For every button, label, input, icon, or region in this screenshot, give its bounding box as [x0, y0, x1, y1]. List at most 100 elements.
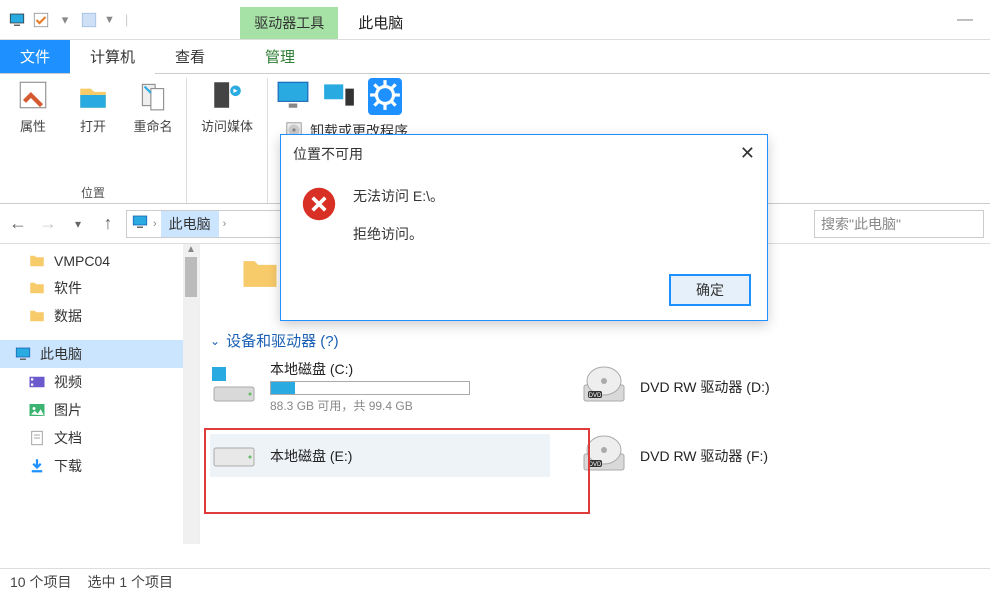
monitor-icon[interactable]: [276, 78, 310, 115]
nav-pane: VMPC04 软件 数据 此电脑 视频 图片 文档 下载: [0, 244, 200, 544]
section-devices-header[interactable]: ⌄ 设备和驱动器 (?): [210, 330, 980, 351]
ok-button[interactable]: 确定: [669, 274, 751, 306]
titlebar-tabs: 驱动器工具 此电脑: [240, 0, 423, 39]
nav-up-button[interactable]: ↑: [96, 213, 120, 234]
tab-manage[interactable]: 管理: [245, 40, 315, 73]
access-media-label: 访问媒体: [201, 116, 253, 135]
rename-button[interactable]: 重命名: [128, 78, 178, 182]
tool-tab-drive[interactable]: 驱动器工具: [240, 7, 338, 39]
nav-forward-button[interactable]: →: [36, 213, 60, 234]
tree-documents[interactable]: 文档: [0, 424, 199, 452]
drive-c-sublabel: 88.3 GB 可用，共 99.4 GB: [270, 397, 470, 414]
dialog-title-text: 位置不可用: [293, 144, 363, 164]
chevron-right-icon[interactable]: ›: [223, 218, 227, 230]
tree-this-pc[interactable]: 此电脑: [0, 340, 199, 368]
chevron-right-icon[interactable]: ›: [153, 218, 157, 230]
drive-icon: [210, 365, 258, 408]
minimize-button[interactable]: —: [950, 11, 980, 29]
pc-icon: [14, 345, 32, 363]
window-controls: —: [940, 0, 990, 39]
error-icon: [301, 186, 337, 222]
folder-large-icon[interactable]: [238, 252, 282, 296]
tree-this-pc-label: 此电脑: [40, 344, 82, 364]
tree-documents-label: 文档: [54, 428, 82, 448]
rename-label: 重命名: [133, 116, 172, 135]
search-input[interactable]: 搜索"此电脑": [814, 210, 984, 238]
pc-mini-icon: [8, 11, 26, 29]
close-icon: ✕: [740, 143, 755, 163]
ribbon-group-label-location: 位置: [8, 182, 178, 203]
tree-pictures[interactable]: 图片: [0, 396, 199, 424]
drive-d[interactable]: DVD DVD RW 驱动器 (D:): [580, 359, 920, 414]
properties-icon: [16, 78, 50, 112]
titlebar: ▾ ▼ | 驱动器工具 此电脑 —: [0, 0, 990, 40]
tree-folder-data[interactable]: 数据: [0, 302, 199, 330]
error-dialog: 位置不可用 ✕ 无法访问 E:\。 拒绝访问。 确定: [280, 134, 768, 321]
ribbon-group-network: 访问媒体: [187, 78, 268, 203]
drive-f[interactable]: DVD DVD RW 驱动器 (F:): [580, 434, 920, 477]
gear-icon[interactable]: [368, 78, 402, 115]
tree-folder-software[interactable]: 软件: [0, 274, 199, 302]
tree-videos[interactable]: 视频: [0, 368, 199, 396]
dialog-message-2: 拒绝访问。: [353, 224, 444, 244]
pc-icon: [131, 213, 149, 234]
svg-text:DVD: DVD: [589, 393, 602, 399]
access-media-button[interactable]: 访问媒体: [195, 78, 259, 185]
properties-label: 属性: [20, 116, 46, 135]
drive-f-label: DVD RW 驱动器 (F:): [640, 446, 768, 466]
download-icon: [28, 457, 46, 475]
dropdown-icon[interactable]: ▾: [56, 11, 74, 29]
separator-icon: |: [125, 12, 128, 27]
open-button[interactable]: 打开: [68, 78, 118, 182]
tab-file[interactable]: 文件: [0, 40, 70, 73]
tree-folder-vmpc04[interactable]: VMPC04: [0, 248, 199, 274]
breadcrumb-this-pc[interactable]: 此电脑: [161, 211, 219, 237]
statusbar: 10 个项目 选中 1 个项目: [0, 568, 990, 594]
tree-downloads-label: 下载: [54, 456, 82, 476]
drive-c-label: 本地磁盘 (C:): [270, 359, 470, 379]
drive-c[interactable]: 本地磁盘 (C:) 88.3 GB 可用，共 99.4 GB: [210, 359, 550, 414]
search-placeholder: 搜索"此电脑": [821, 214, 901, 234]
status-item-count: 10 个项目: [10, 572, 71, 592]
tab-computer[interactable]: 计算机: [70, 40, 155, 73]
properties-button[interactable]: 属性: [8, 78, 58, 182]
blank-square-icon[interactable]: [80, 11, 98, 29]
open-icon: [76, 78, 110, 112]
ribbon-group-location: 属性 打开 重命名 位置: [0, 78, 187, 203]
drive-d-label: DVD RW 驱动器 (D:): [640, 377, 770, 397]
nav-scrollbar[interactable]: ▲: [183, 244, 199, 544]
tree-folder-label: VMPC04: [54, 253, 110, 269]
tree-videos-label: 视频: [54, 372, 82, 392]
chevron-down-icon[interactable]: ▼: [104, 14, 115, 26]
tab-view[interactable]: 查看: [155, 40, 225, 73]
dialog-titlebar[interactable]: 位置不可用 ✕: [281, 135, 767, 172]
folder-icon: [28, 252, 46, 270]
open-label: 打开: [80, 116, 106, 135]
chevron-down-icon: ⌄: [210, 334, 220, 348]
quick-access-toolbar: ▾ ▼ |: [0, 0, 140, 39]
status-selected-count: 选中 1 个项目: [87, 572, 173, 592]
scrollbar-thumb[interactable]: [185, 257, 197, 297]
scroll-up-icon[interactable]: ▲: [183, 244, 199, 255]
picture-icon: [28, 401, 46, 419]
tree-pictures-label: 图片: [54, 400, 82, 420]
nav-recent-dropdown[interactable]: ▾: [66, 217, 90, 231]
video-icon: [28, 373, 46, 391]
nav-back-button[interactable]: ←: [6, 213, 30, 234]
window-title: 此电脑: [338, 6, 423, 39]
device-icon[interactable]: [322, 78, 356, 115]
document-icon: [28, 429, 46, 447]
tree-folder-label: 数据: [54, 306, 82, 326]
access-media-icon: [210, 78, 244, 112]
checkbox-icon[interactable]: [32, 11, 50, 29]
svg-text:DVD: DVD: [589, 462, 602, 468]
highlight-box: [204, 428, 590, 514]
close-button[interactable]: ✕: [740, 143, 755, 164]
dialog-message-1: 无法访问 E:\。: [353, 186, 444, 206]
tree-downloads[interactable]: 下载: [0, 452, 199, 480]
folder-icon: [28, 307, 46, 325]
folder-icon: [28, 279, 46, 297]
ribbon-tabs: 文件 计算机 查看 管理: [0, 40, 990, 74]
drive-c-usage-bar: [270, 381, 470, 395]
dvd-icon: DVD: [580, 365, 628, 408]
